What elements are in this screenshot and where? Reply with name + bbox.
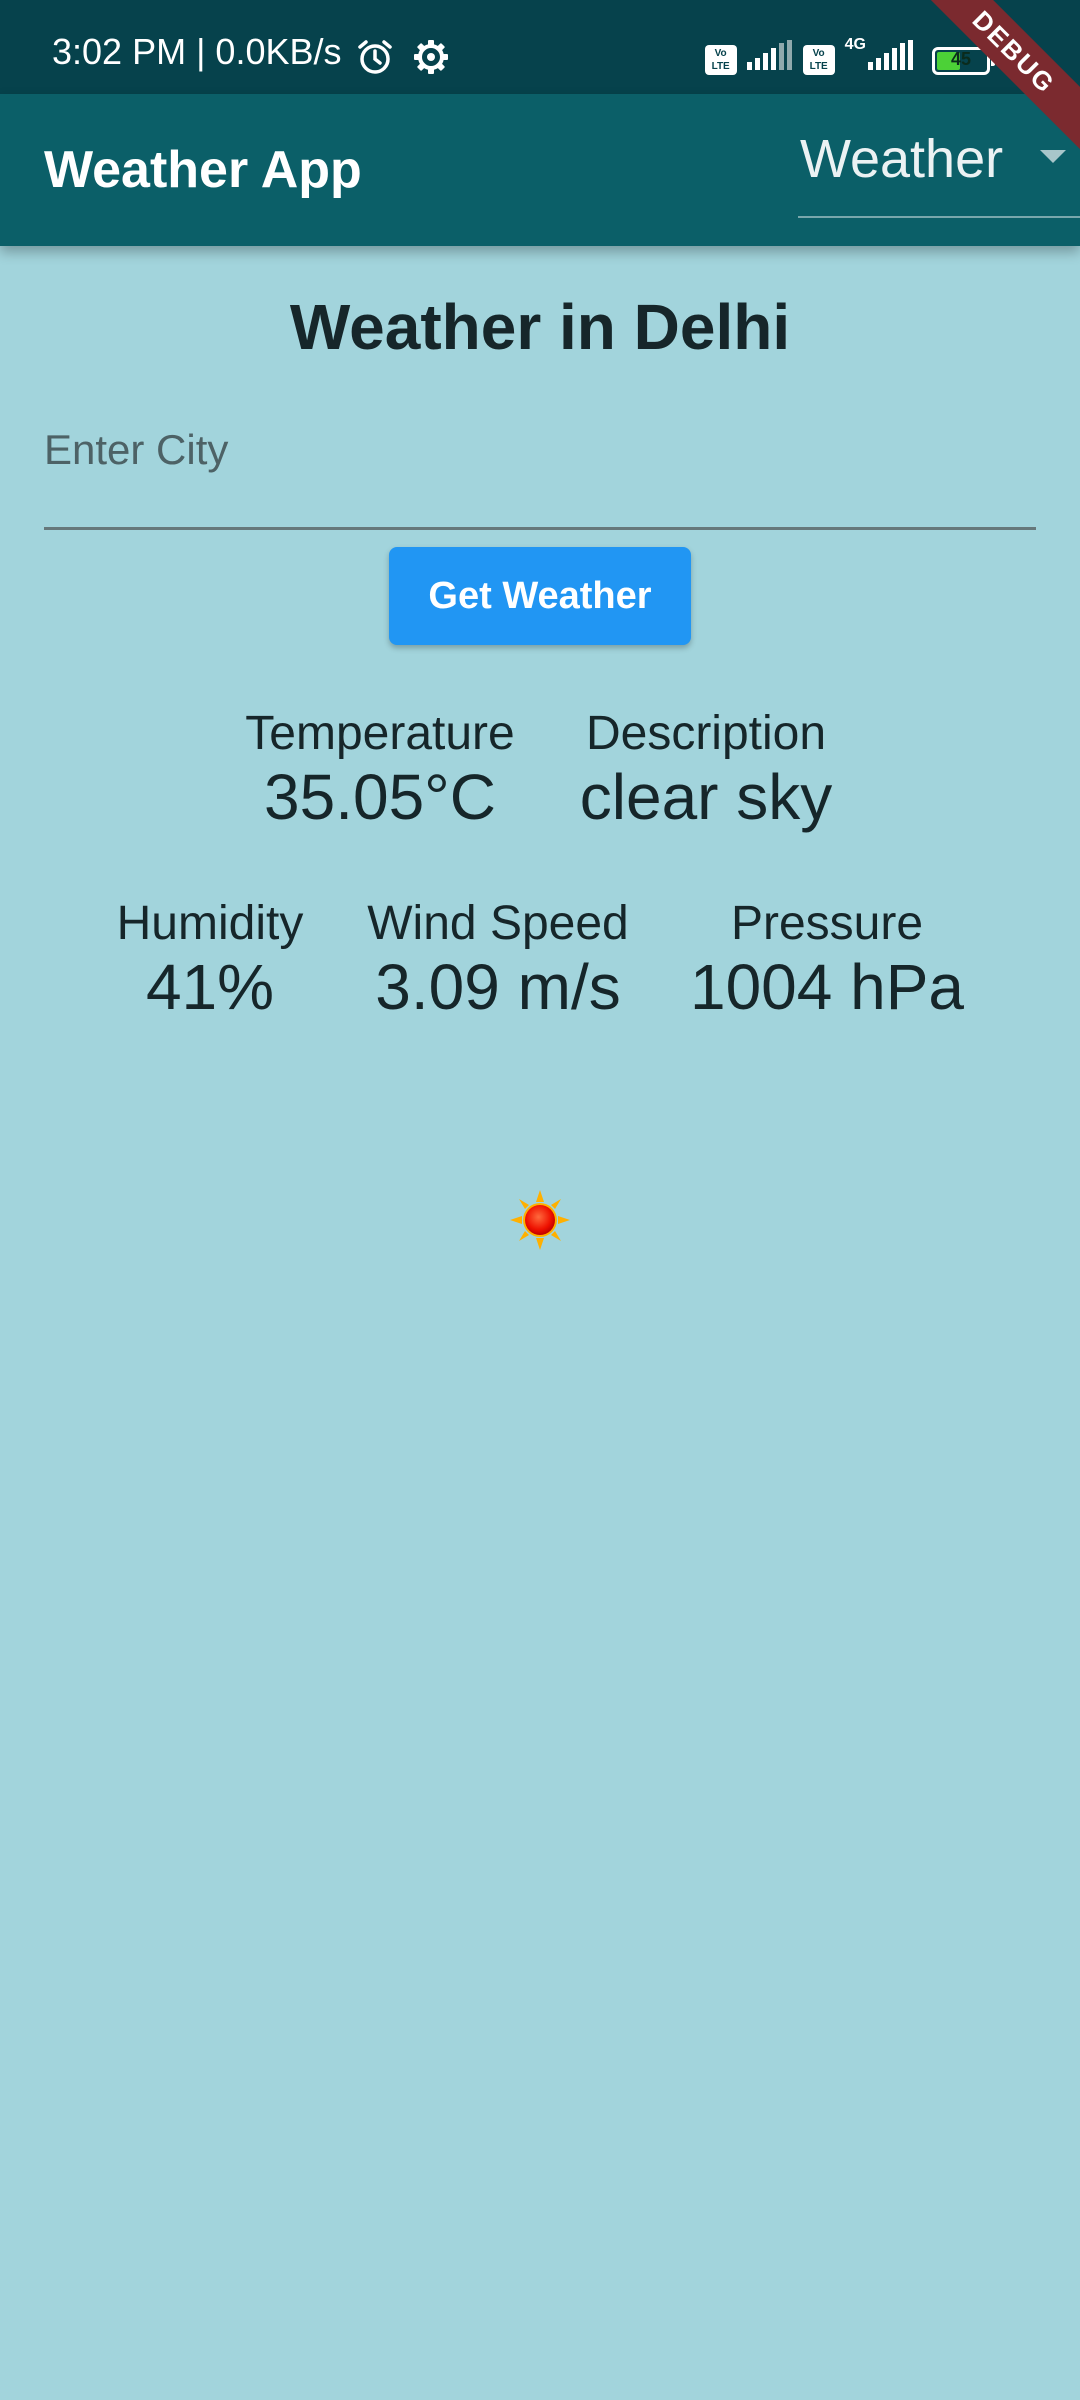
settings-icon xyxy=(412,38,450,81)
wind-speed-value: 3.09 m/s xyxy=(375,951,621,1023)
volte-icon: Vo LTE xyxy=(704,45,737,75)
status-icons-left xyxy=(356,38,450,81)
volte-icon-2: Vo LTE xyxy=(802,45,835,75)
dropdown-selected-value: Weather xyxy=(800,129,1004,189)
app-bar: Weather App Weather xyxy=(0,94,1080,246)
status-bar: 3:02 PM | 0.0KB/s Vo LTE Vo LTE 4G 45 xyxy=(0,0,1080,94)
app-title: Weather App xyxy=(44,141,362,199)
city-input[interactable] xyxy=(44,396,1036,527)
page-title: Weather in Delhi xyxy=(289,291,791,363)
humidity-stat: Humidity 41% xyxy=(100,896,320,1022)
description-stat: Description clear sky xyxy=(556,706,856,832)
humidity-value: 41% xyxy=(145,951,275,1023)
wind-speed-label: Wind Speed xyxy=(367,897,629,950)
description-label: Description xyxy=(585,707,827,760)
humidity-label: Humidity xyxy=(116,897,304,950)
network-type-label: 4G xyxy=(844,36,866,53)
dropdown-arrow-icon xyxy=(1040,150,1066,163)
get-weather-button[interactable]: Get Weather xyxy=(389,547,691,645)
temperature-stat: Temperature 35.05°C xyxy=(220,706,540,832)
battery-level: 45 xyxy=(950,49,972,69)
wind-speed-stat: Wind Speed 3.09 m/s xyxy=(346,896,650,1022)
city-field[interactable]: Enter City xyxy=(44,396,1036,530)
status-time: 3:02 PM | 0.0KB/s xyxy=(52,31,342,72)
temperature-value: 35.05°C xyxy=(264,761,496,833)
pressure-label: Pressure xyxy=(730,897,924,950)
alarm-icon xyxy=(356,38,394,81)
signal-icon-2 xyxy=(868,40,914,75)
pressure-value: 1004 hPa xyxy=(689,951,965,1023)
pressure-stat: Pressure 1004 hPa xyxy=(670,896,984,1022)
screen: 3:02 PM | 0.0KB/s Vo LTE Vo LTE 4G 45 DE… xyxy=(0,0,1080,2400)
description-value: clear sky xyxy=(579,761,833,833)
temperature-label: Temperature xyxy=(245,707,515,760)
signal-icon xyxy=(746,40,793,75)
mode-dropdown[interactable]: Weather xyxy=(798,122,1080,218)
sun-icon xyxy=(510,1190,570,1250)
status-icons-right: Vo LTE Vo LTE 4G 45 xyxy=(704,36,995,75)
